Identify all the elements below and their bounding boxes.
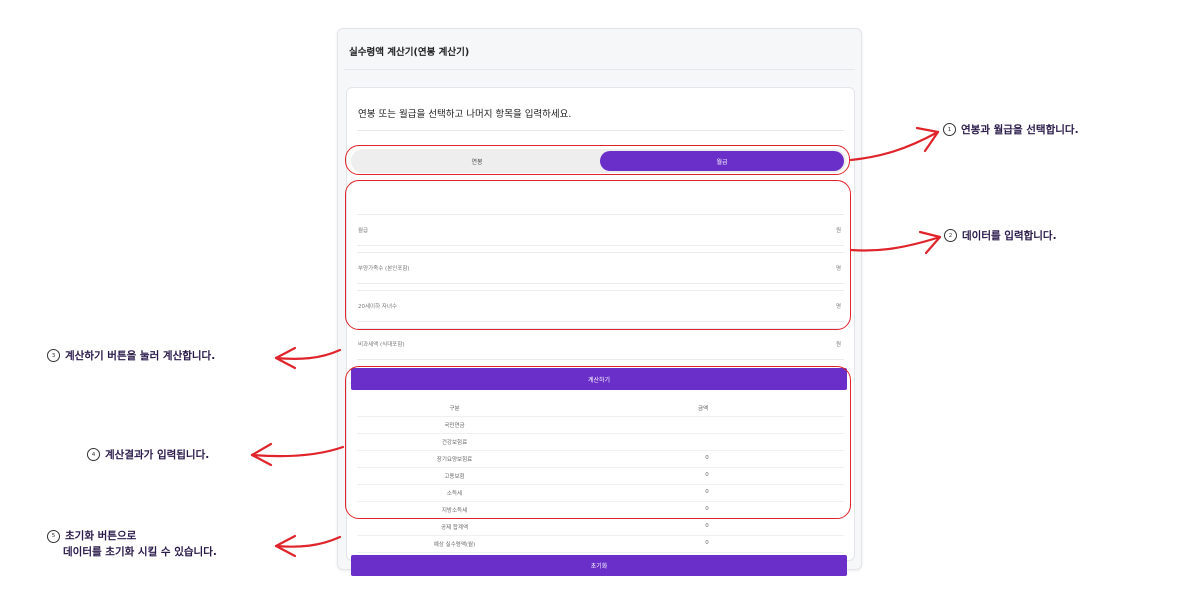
- annotation-text: 연봉과 월급을 선택합니다.: [961, 124, 1079, 136]
- arrow-2: [849, 235, 942, 252]
- reset-button[interactable]: 초기화: [351, 555, 847, 576]
- arrow-1: [849, 130, 940, 162]
- divider: [344, 69, 855, 70]
- step-number-badge: 2: [944, 229, 957, 242]
- page-title: 실수령액 계산기(연봉 계산기): [349, 47, 470, 58]
- step-number-badge: 4: [87, 448, 100, 461]
- annotation-text: 계산결과가 입력됩니다.: [105, 449, 210, 461]
- arrow-5-head: [274, 534, 297, 558]
- annotation-2: 2 데이터를 입력합니다.: [944, 228, 1057, 243]
- arrow-2-head: [918, 230, 942, 255]
- row-value: 0: [705, 523, 709, 529]
- annotation-1: 1 연봉과 월급을 선택합니다.: [943, 122, 1079, 137]
- row-label: 공제 합계액: [440, 525, 469, 531]
- step-number-badge: 3: [47, 349, 60, 362]
- step-number-badge: 1: [943, 123, 956, 136]
- annotation-text-line1: 초기화 버튼으로: [65, 530, 137, 542]
- field-label: 비과세액 (식대포함): [358, 342, 405, 348]
- tax-free-field[interactable]: 비과세액 (식대포함) 원: [357, 328, 844, 360]
- annotation-text-line2: 데이터를 초기화 시킬 수 있습니다.: [63, 546, 217, 558]
- highlight-toggle: [345, 145, 850, 175]
- table-row: 예상 실수령액(월) 0: [357, 536, 844, 553]
- arrow-4: [250, 445, 345, 458]
- highlight-inputs: [345, 180, 851, 330]
- arrow-1-head: [915, 126, 940, 153]
- annotation-4: 4 계산결과가 입력됩니다.: [87, 447, 209, 462]
- row-label: 예상 실수령액(월): [433, 542, 476, 548]
- arrow-3-head: [274, 346, 297, 370]
- annotation-text: 데이터를 입력합니다.: [962, 230, 1057, 242]
- row-value: 0: [705, 540, 709, 546]
- annotation-5: 5 초기화 버튼으로 데이터를 초기화 시킬 수 있습니다.: [47, 528, 217, 560]
- arrow-3: [274, 348, 342, 360]
- instruction-text: 연봉 또는 월급을 선택하고 나머지 항목을 입력하세요.: [358, 109, 572, 120]
- table-row: 공제 합계액 0: [357, 519, 844, 536]
- step-number-badge: 5: [47, 529, 60, 543]
- highlight-results: [345, 366, 851, 519]
- field-unit: 원: [835, 342, 841, 348]
- annotation-text: 계산하기 버튼을 눌러 계산합니다.: [65, 350, 216, 362]
- arrow-5: [274, 535, 342, 548]
- divider: [357, 130, 844, 131]
- arrow-4-head: [250, 442, 273, 467]
- annotation-3: 3 계산하기 버튼을 눌러 계산합니다.: [47, 348, 215, 363]
